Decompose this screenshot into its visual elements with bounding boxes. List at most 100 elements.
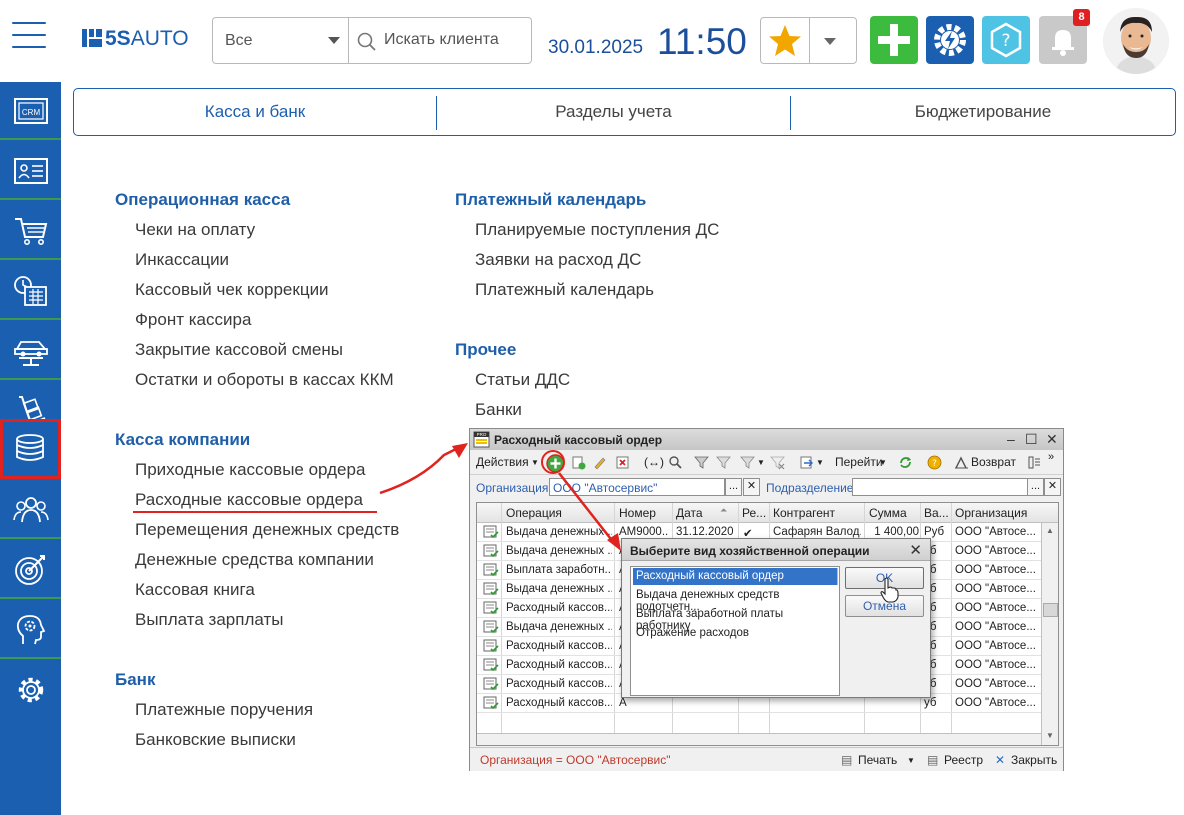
registry-button[interactable]: Реестр	[944, 753, 983, 767]
add-button[interactable]	[870, 16, 918, 64]
dept-field[interactable]	[852, 478, 1028, 496]
operation-option[interactable]: Выдача денежных средств подотчетн...	[633, 587, 838, 613]
add-icon[interactable]	[546, 454, 565, 473]
table-cell: Выдача денежных ...	[506, 583, 612, 595]
link-outgoing-cash-orders[interactable]: Расходные кассовые ордера	[135, 490, 363, 510]
link-close-shift[interactable]: Закрытие кассовой смены	[135, 340, 343, 360]
dept-clear-button[interactable]: ✕	[1044, 478, 1061, 496]
goto-menu[interactable]: Перейти	[835, 455, 883, 469]
print-button[interactable]: Печать	[858, 753, 897, 767]
delete-icon[interactable]	[615, 455, 630, 470]
avatar[interactable]	[1103, 8, 1169, 74]
link-payment-calendar[interactable]: Платежный календарь	[475, 280, 654, 300]
col-organization[interactable]: Организация	[955, 506, 1027, 520]
link-correction-receipt[interactable]: Кассовый чек коррекции	[135, 280, 329, 300]
maximize-icon[interactable]: ☐	[1025, 431, 1038, 448]
export-icon[interactable]	[799, 455, 814, 470]
pro-doc-icon: PRO	[473, 431, 490, 448]
sidebar-item-sales[interactable]	[0, 202, 61, 260]
link-bank-statements[interactable]: Банковские выписки	[135, 730, 296, 750]
link-expense-requests[interactable]: Заявки на расход ДС	[475, 250, 641, 270]
dept-select-button[interactable]: ...	[1027, 478, 1044, 496]
vertical-scrollbar[interactable]: ▲ ▼	[1041, 523, 1058, 745]
filter-icon[interactable]	[694, 455, 709, 470]
link-cashier-front[interactable]: Фронт кассира	[135, 310, 251, 330]
operation-option[interactable]: Отражение расходов	[633, 625, 838, 642]
col-number[interactable]: Номер	[619, 506, 656, 520]
settings-button[interactable]	[926, 16, 974, 64]
tab-cash-and-bank[interactable]: Касса и банк	[74, 89, 436, 135]
svg-text:CRM: CRM	[22, 108, 41, 117]
favorites-dropdown[interactable]	[760, 17, 857, 64]
sidebar-item-schedule[interactable]	[0, 262, 61, 320]
search-input[interactable]: Искать клиента	[349, 18, 531, 63]
sidebar-item-crm[interactable]: CRM	[0, 82, 61, 140]
org-clear-button[interactable]: ✕	[743, 478, 760, 496]
link-incoming-cash-orders[interactable]: Приходные кассовые ордера	[135, 460, 365, 480]
document-posted-icon	[483, 525, 499, 539]
document-posted-icon	[483, 563, 499, 577]
link-planned-receipts[interactable]: Планируемые поступления ДС	[475, 220, 719, 240]
link-company-funds[interactable]: Денежные средства компании	[135, 550, 374, 570]
horizontal-scrollbar[interactable]	[477, 733, 1041, 745]
find-icon[interactable]	[668, 455, 683, 470]
close-icon[interactable]: ✕	[1046, 431, 1058, 448]
search-filter-select[interactable]: Все	[213, 18, 349, 63]
col-counterparty[interactable]: Контрагент	[773, 506, 835, 520]
filter-list-icon[interactable]	[740, 455, 755, 470]
col-date[interactable]: Дата	[676, 506, 703, 520]
col-currency[interactable]: Ва...	[924, 506, 949, 520]
copy-icon[interactable]	[571, 455, 586, 470]
tab-budgeting[interactable]: Бюджетирование	[791, 89, 1175, 135]
org-field[interactable]: ООО "Автосервис"	[549, 478, 725, 496]
link-banks[interactable]: Банки	[475, 400, 522, 420]
sidebar-item-service[interactable]	[0, 322, 61, 380]
help-button[interactable]: ?	[982, 16, 1030, 64]
more-icon[interactable]: »	[1048, 451, 1054, 463]
table-cell: ООО "Автосе...	[955, 564, 1036, 576]
sidebar-item-settings[interactable]	[0, 661, 61, 719]
link-collections[interactable]: Инкассации	[135, 250, 229, 270]
columns-icon[interactable]	[1027, 455, 1042, 470]
link-salary-payment[interactable]: Выплата зарплаты	[135, 610, 283, 630]
scroll-up-icon[interactable]: ▲	[1046, 526, 1054, 535]
sidebar-item-clients[interactable]	[0, 142, 61, 200]
actions-menu[interactable]: Действия	[476, 455, 529, 469]
filter-value-icon[interactable]	[716, 455, 731, 470]
menu-icon[interactable]	[12, 22, 46, 48]
app-logo[interactable]: 5SAUTO	[82, 27, 189, 51]
link-money-transfers[interactable]: Перемещения денежных средств	[135, 520, 399, 540]
svg-text:?: ?	[1001, 31, 1010, 51]
notifications-count-badge: 8	[1073, 9, 1090, 26]
close-button[interactable]: Закрыть	[1011, 753, 1057, 767]
link-payment-receipts[interactable]: Чеки на оплату	[135, 220, 255, 240]
sidebar-item-team[interactable]	[0, 481, 61, 539]
refresh-icon[interactable]	[898, 455, 913, 470]
link-cash-flow-items[interactable]: Статьи ДДС	[475, 370, 570, 390]
scroll-down-icon[interactable]: ▼	[1046, 731, 1054, 740]
link-kkm-balances[interactable]: Остатки и обороты в кассах ККМ	[135, 370, 394, 390]
sidebar-item-finance[interactable]	[0, 419, 61, 479]
operation-option[interactable]: Выплата заработной платы работнику	[633, 606, 838, 632]
col-operation[interactable]: Операция	[506, 506, 562, 520]
link-cash-book[interactable]: Кассовая книга	[135, 580, 255, 600]
tab-accounting-sections[interactable]: Разделы учета	[437, 89, 790, 135]
operation-option[interactable]: Расходный кассовый ордер	[633, 568, 838, 585]
return-button[interactable]: Возврат	[971, 455, 1016, 469]
help-icon[interactable]: ?	[927, 455, 942, 470]
clear-filter-icon[interactable]	[770, 455, 785, 470]
dialog-close-icon[interactable]: ✕	[909, 541, 922, 559]
chevron-down-icon: ▼	[879, 458, 887, 467]
car-lift-icon	[14, 341, 48, 366]
sidebar-item-analytics[interactable]	[0, 601, 61, 659]
structure-icon[interactable]: (↔)	[644, 455, 664, 469]
org-select-button[interactable]: ...	[725, 478, 742, 496]
col-sum[interactable]: Сумма	[869, 506, 907, 520]
document-posted-icon	[483, 582, 499, 596]
minimize-icon[interactable]: –	[1007, 431, 1015, 447]
link-payment-orders[interactable]: Платежные поручения	[135, 700, 313, 720]
edit-icon[interactable]	[592, 455, 607, 470]
col-posted[interactable]: Ре...	[742, 506, 766, 520]
sidebar-item-marketing[interactable]	[0, 541, 61, 599]
scroll-thumb[interactable]	[1043, 603, 1058, 617]
